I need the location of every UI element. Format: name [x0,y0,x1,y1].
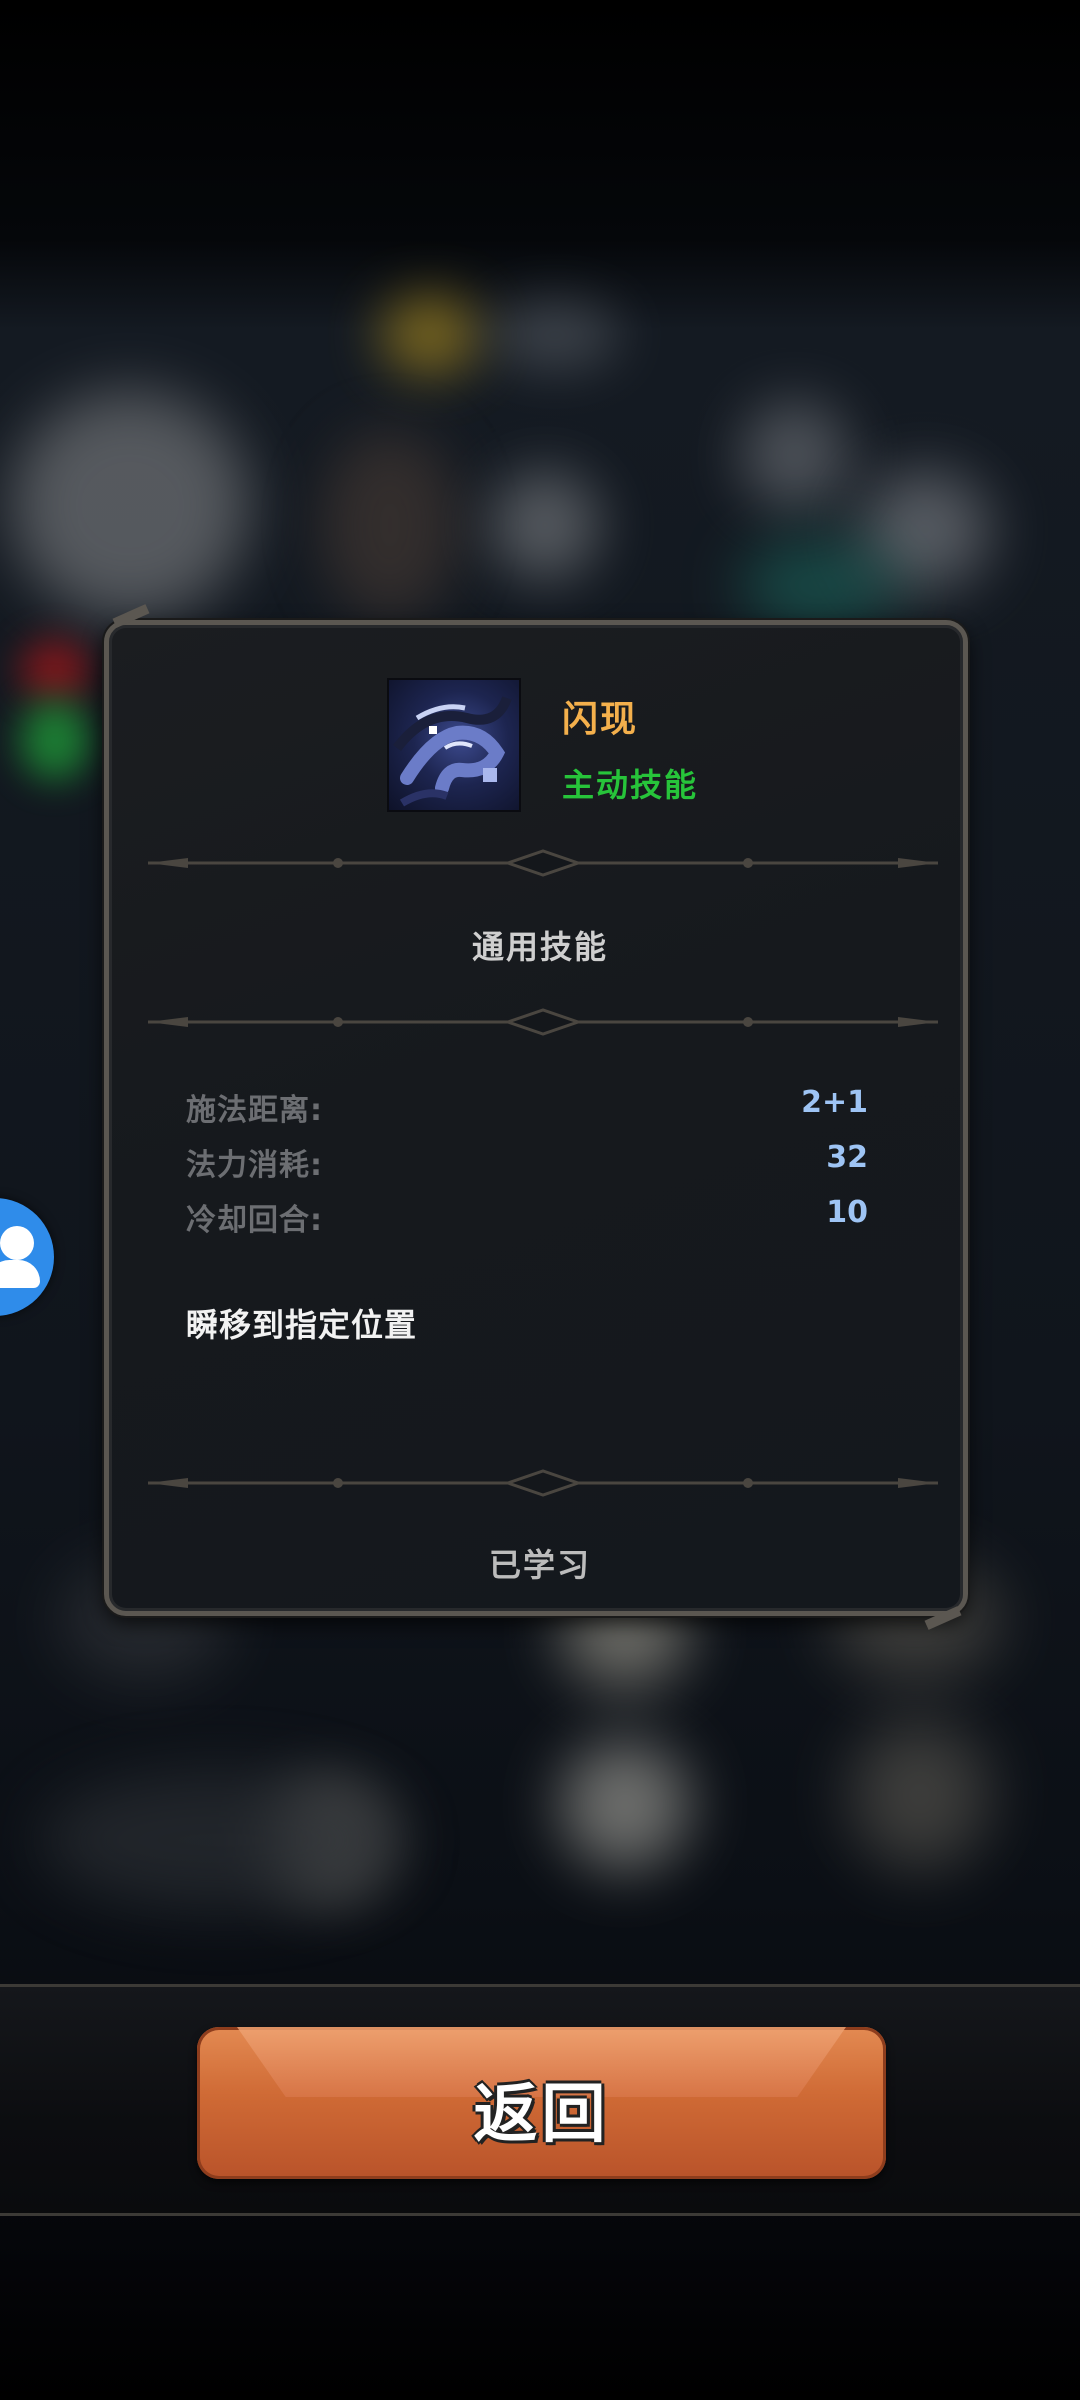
back-button-label: 返回 [473,2078,610,2152]
skill-category: 通用技能 [471,928,608,966]
mana-cost-label: 法力消耗: [186,1148,323,1183]
back-button[interactable]: 返回 [197,2027,886,2179]
ornament-divider [148,1469,938,1497]
cast-range-value: 2+1 [801,1085,868,1120]
game-screen: 闪现 主动技能 通用技能 施法距离: 2+1 法力消耗: 32 冷却回合: 10… [0,0,1080,2400]
cast-range-label: 施法距离: [186,1093,323,1128]
cooldown-value: 10 [826,1195,868,1230]
ornament-divider [148,849,938,877]
floating-user-button[interactable] [0,1198,54,1316]
blink-skill-icon [387,678,521,812]
mana-cost-value: 32 [826,1140,868,1175]
ornament-divider [148,1008,938,1036]
cooldown-label: 冷却回合: [186,1203,323,1238]
skill-name: 闪现 [562,699,639,740]
learn-status: 已学习 [488,1546,591,1584]
skill-type: 主动技能 [562,766,699,804]
skill-description: 瞬移到指定位置 [186,1306,418,1344]
